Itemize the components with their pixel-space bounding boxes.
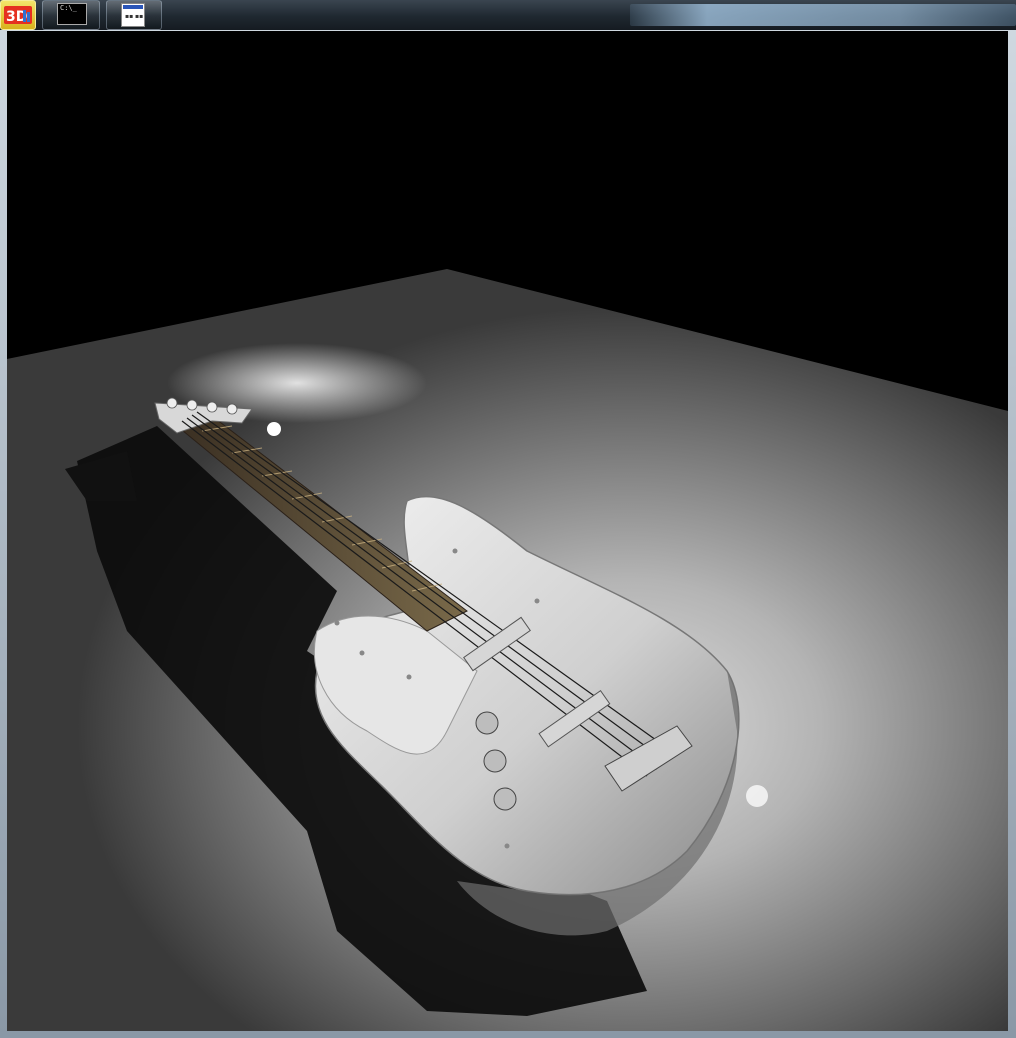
taskbar-button-window-app[interactable]: ▪▪ ▪▪ <box>106 0 162 30</box>
command-prompt-icon: C:\_ <box>57 3 87 25</box>
taskbar: 3D C:\_ ▪▪ ▪▪ <box>0 0 1016 31</box>
window-app-icon: ▪▪ ▪▪ <box>121 3 145 27</box>
bass-guitar-render <box>7 269 1008 1031</box>
taskbar-active-window-glow <box>630 4 1016 26</box>
render-viewport <box>7 31 1008 1031</box>
taskbar-button-command-prompt[interactable]: C:\_ <box>42 0 100 30</box>
light-orb-left <box>267 422 281 436</box>
command-prompt-icon-label: C:\_ <box>60 4 77 12</box>
light-orb-right <box>746 785 768 807</box>
3d-app-icon: 3D <box>4 6 32 25</box>
taskbar-button-3d-app[interactable]: 3D <box>0 0 36 30</box>
